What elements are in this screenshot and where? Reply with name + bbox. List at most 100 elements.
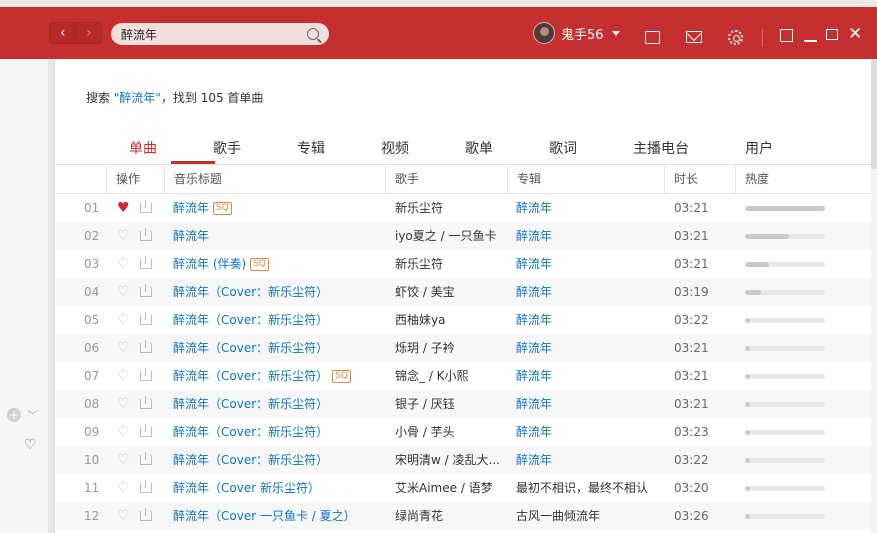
tab-artists[interactable]: 歌手 (213, 138, 241, 158)
download-icon[interactable] (140, 222, 152, 250)
table-row[interactable]: 06 ♡ 醉流年（Cover：新乐尘符） 烁玥 / 子衿 醉流年 03:21 (56, 334, 871, 362)
heart-icon[interactable]: ♡ (117, 474, 131, 502)
album-link[interactable]: 古风一曲倾流年 (516, 502, 600, 530)
back-button[interactable]: ‹ (50, 23, 75, 43)
tab-albums[interactable]: 专辑 (297, 138, 325, 158)
album-link[interactable]: 醉流年 (516, 278, 552, 306)
album-link[interactable]: 醉流年 (516, 306, 552, 334)
song-title-text[interactable]: 醉流年 (173, 229, 209, 243)
song-title[interactable]: 醉流年（Cover：新乐尘符） (173, 418, 328, 446)
col-singer[interactable]: 歌手 (387, 165, 419, 194)
heart-icon[interactable]: ♡ (117, 334, 131, 362)
heart-icon[interactable]: ♡ (117, 362, 131, 390)
singer-link[interactable]: 银子 / 厌钰 (395, 390, 505, 418)
table-row[interactable]: 07 ♡ 醉流年（Cover：新乐尘符） SQ 锦念_ / K小熙 醉流年 03:21 (56, 362, 871, 390)
col-heat[interactable]: 热度 (737, 165, 769, 194)
add-playlist-icon[interactable]: + (7, 408, 21, 422)
download-icon[interactable] (140, 446, 152, 474)
column-divider[interactable] (507, 165, 508, 194)
singer-link[interactable]: 烁玥 / 子衿 (395, 334, 505, 362)
download-icon[interactable] (140, 306, 152, 334)
heart-icon[interactable]: ♡ (117, 306, 131, 334)
download-icon[interactable] (140, 194, 152, 222)
tab-playlists[interactable]: 歌单 (465, 138, 493, 158)
download-icon[interactable] (140, 362, 152, 390)
song-title-text[interactable]: 醉流年（Cover：新乐尘符） (173, 397, 328, 411)
album-link[interactable]: 醉流年 (516, 446, 552, 474)
heart-icon[interactable]: ♡ (117, 250, 131, 278)
maximize-icon[interactable] (826, 29, 838, 40)
song-title-text[interactable]: 醉流年（Cover：新乐尘符） (173, 425, 328, 439)
download-icon[interactable] (140, 250, 152, 278)
table-row[interactable]: 10 ♡ 醉流年（Cover：新乐尘符） 宋明清w / 凌乱大... 醉流年 03:22 (56, 446, 871, 474)
song-title[interactable]: 醉流年（Cover：新乐尘符） (173, 390, 328, 418)
heart-icon[interactable]: ♡ (117, 446, 131, 474)
heart-icon[interactable]: ♡ (117, 502, 131, 530)
table-row[interactable]: 12 ♡ 醉流年（Cover 一只鱼卡 / 夏之） 绿尚青花 古风一曲倾流年 03:26 (56, 502, 871, 530)
song-title-text[interactable]: 醉流年 (伴奏) (173, 257, 246, 271)
album-link[interactable]: 醉流年 (516, 194, 552, 222)
tab-radio[interactable]: 主播电台 (633, 138, 689, 158)
song-title[interactable]: 醉流年（Cover：新乐尘符） (173, 278, 328, 306)
song-title[interactable]: 醉流年（Cover 新乐尘符） (173, 474, 320, 502)
search-input-value[interactable]: 醉流年 (121, 26, 307, 43)
song-title-text[interactable]: 醉流年（Cover：新乐尘符） (173, 341, 328, 355)
album-link[interactable]: 醉流年 (516, 418, 552, 446)
avatar[interactable] (533, 22, 555, 44)
song-title[interactable]: 醉流年（Cover：新乐尘符） (173, 446, 328, 474)
singer-link[interactable]: 宋明清w / 凌乱大... (395, 446, 505, 474)
song-title-text[interactable]: 醉流年（Cover：新乐尘符） (173, 453, 328, 467)
table-row[interactable]: 09 ♡ 醉流年（Cover：新乐尘符） 小骨 / 芋头 醉流年 03:23 (56, 418, 871, 446)
table-row[interactable]: 02 ♡ 醉流年 iyo夏之 / 一只鱼卡 醉流年 03:21 (56, 222, 871, 250)
heart-icon[interactable]: ♡ (117, 222, 131, 250)
column-divider[interactable] (164, 165, 165, 194)
table-row[interactable]: 05 ♡ 醉流年（Cover：新乐尘符） 西柚妹ya 醉流年 03:22 (56, 306, 871, 334)
skin-icon[interactable] (645, 31, 660, 44)
album-link[interactable]: 醉流年 (516, 334, 552, 362)
song-title[interactable]: 醉流年（Cover 一只鱼卡 / 夏之） (173, 502, 356, 530)
song-title[interactable]: 醉流年（Cover：新乐尘符） (173, 306, 328, 334)
tab-videos[interactable]: 视频 (381, 138, 409, 158)
singer-link[interactable]: 虾饺 / 美宝 (395, 278, 505, 306)
chevron-down-icon[interactable] (611, 30, 620, 36)
download-icon[interactable] (140, 390, 152, 418)
heart-icon[interactable]: ♡ (24, 437, 37, 453)
singer-link[interactable]: 小骨 / 芋头 (395, 418, 505, 446)
table-row[interactable]: 03 ♡ 醉流年 (伴奏) SQ 新乐尘符 醉流年 03:21 (56, 250, 871, 278)
sidebar-divider[interactable] (48, 59, 55, 533)
search-input[interactable]: 醉流年 (111, 23, 329, 45)
minimize-icon[interactable] (804, 40, 817, 42)
album-link[interactable]: 醉流年 (516, 362, 552, 390)
scrollbar[interactable] (871, 59, 877, 533)
singer-link[interactable]: 绿尚青花 (395, 502, 505, 530)
heart-icon[interactable]: ♡ (117, 390, 131, 418)
heart-icon[interactable]: ♡ (117, 278, 131, 306)
song-title-text[interactable]: 醉流年（Cover 新乐尘符） (173, 481, 320, 495)
song-title[interactable]: 醉流年（Cover：新乐尘符） SQ (173, 362, 351, 390)
tab-users[interactable]: 用户 (745, 138, 773, 158)
song-title-text[interactable]: 醉流年（Cover：新乐尘符） (173, 285, 328, 299)
table-row[interactable]: 01 ♥ 醉流年 SQ 新乐尘符 醉流年 03:21 (56, 194, 871, 222)
song-title[interactable]: 醉流年 (伴奏) SQ (173, 250, 269, 278)
singer-link[interactable]: 西柚妹ya (395, 306, 505, 334)
album-link[interactable]: 醉流年 (516, 222, 552, 250)
table-row[interactable]: 08 ♡ 醉流年（Cover：新乐尘符） 银子 / 厌钰 醉流年 03:21 (56, 390, 871, 418)
singer-link[interactable]: 艾米Aimee / 语梦 (395, 474, 505, 502)
song-title[interactable]: 醉流年 (173, 222, 209, 250)
heart-icon[interactable]: ♥ (117, 194, 131, 222)
heart-icon[interactable]: ♡ (117, 418, 131, 446)
user-name[interactable]: 鬼手56 (561, 24, 604, 43)
forward-button[interactable]: › (75, 23, 101, 43)
download-icon[interactable] (140, 418, 152, 446)
download-icon[interactable] (140, 474, 152, 502)
col-title[interactable]: 音乐标题 (166, 165, 222, 194)
table-row[interactable]: 04 ♡ 醉流年（Cover：新乐尘符） 虾饺 / 美宝 醉流年 03:19 (56, 278, 871, 306)
song-title-text[interactable]: 醉流年（Cover：新乐尘符） (173, 313, 328, 327)
column-divider[interactable] (106, 165, 107, 194)
download-icon[interactable] (140, 502, 152, 530)
search-icon[interactable] (307, 28, 319, 40)
song-title[interactable]: 醉流年 SQ (173, 194, 232, 222)
mini-mode-icon[interactable] (780, 29, 793, 42)
album-link[interactable]: 醉流年 (516, 390, 552, 418)
album-link[interactable]: 最初不相识，最终不相认 (516, 474, 648, 502)
